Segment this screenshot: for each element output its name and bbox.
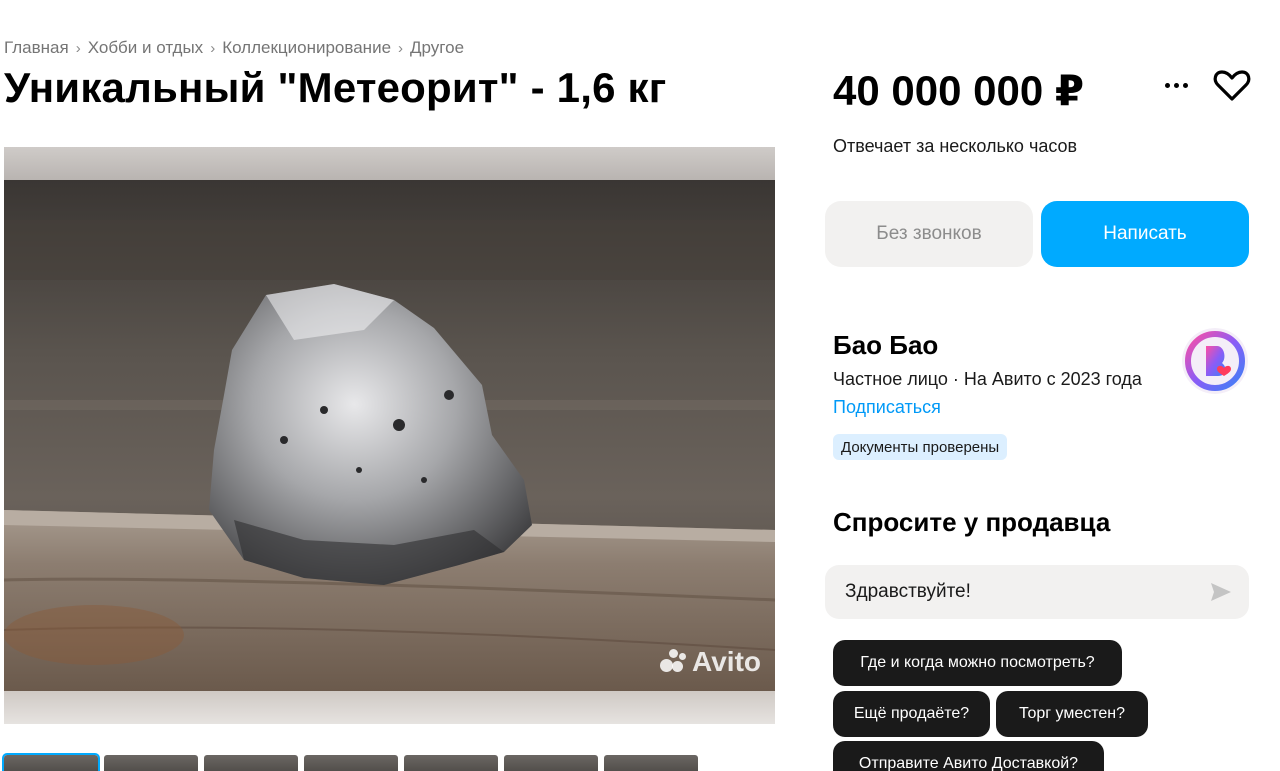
avito-logo-icon bbox=[658, 647, 688, 677]
no-calls-button[interactable]: Без звонков bbox=[825, 201, 1033, 267]
watermark-text: Avito bbox=[692, 646, 761, 677]
ask-seller-title: Спросите у продавца bbox=[833, 507, 1111, 537]
breadcrumb-hobby[interactable]: Хобби и отдых bbox=[88, 38, 203, 58]
thumbnail[interactable] bbox=[404, 755, 498, 771]
thumbnail-strip bbox=[2, 753, 698, 771]
price: 40 000 000 ₽ bbox=[833, 67, 1085, 114]
breadcrumb-other[interactable]: Другое bbox=[410, 38, 464, 58]
message-input[interactable] bbox=[845, 581, 1185, 603]
thumbnail[interactable] bbox=[504, 755, 598, 771]
thumbnail[interactable] bbox=[604, 755, 698, 771]
message-box bbox=[825, 565, 1249, 619]
breadcrumb: Главная › Хобби и отдых › Коллекциониров… bbox=[4, 38, 464, 58]
breadcrumb-separator: › bbox=[210, 39, 216, 57]
breadcrumb-separator: › bbox=[398, 39, 404, 57]
breadcrumb-collecting[interactable]: Коллекционирование bbox=[222, 38, 391, 58]
breadcrumb-home[interactable]: Главная bbox=[4, 38, 69, 58]
documents-verified-badge: Документы проверены bbox=[833, 434, 1008, 460]
thumbnail[interactable] bbox=[204, 755, 298, 771]
quick-question-bargain[interactable]: Торг уместен? bbox=[996, 691, 1148, 737]
photo-gallery[interactable]: Avito bbox=[4, 147, 775, 724]
avito-watermark: Avito bbox=[658, 646, 761, 678]
more-dots-icon[interactable] bbox=[1158, 70, 1194, 100]
send-arrow-icon[interactable] bbox=[1209, 580, 1233, 604]
write-message-button[interactable]: Написать bbox=[1041, 201, 1249, 267]
thumbnail[interactable] bbox=[304, 755, 398, 771]
thumbnail[interactable] bbox=[104, 755, 198, 771]
quick-question-delivery[interactable]: Отправите Авито Доставкой? bbox=[833, 741, 1104, 771]
thumbnail[interactable] bbox=[2, 753, 100, 771]
meteorite-photo[interactable] bbox=[4, 180, 775, 691]
subscribe-link[interactable]: Подписаться bbox=[833, 397, 941, 418]
avatar[interactable] bbox=[1182, 328, 1248, 394]
seller-meta: Частное лицо · На Авито с 2023 года bbox=[833, 369, 1142, 389]
gallery-blur-top bbox=[4, 147, 775, 180]
gallery-blur-bottom bbox=[4, 691, 775, 724]
breadcrumb-separator: › bbox=[75, 39, 81, 57]
response-time: Отвечает за несколько часов bbox=[833, 136, 1078, 156]
heart-icon[interactable] bbox=[1212, 68, 1252, 104]
quick-question-where-when[interactable]: Где и когда можно посмотреть? bbox=[833, 640, 1122, 686]
page-title: Уникальный "Метеорит" - 1,6 кг bbox=[4, 64, 667, 111]
seller-name[interactable]: Бао Бао bbox=[833, 330, 938, 361]
quick-question-still-selling[interactable]: Ещё продаёте? bbox=[833, 691, 990, 737]
